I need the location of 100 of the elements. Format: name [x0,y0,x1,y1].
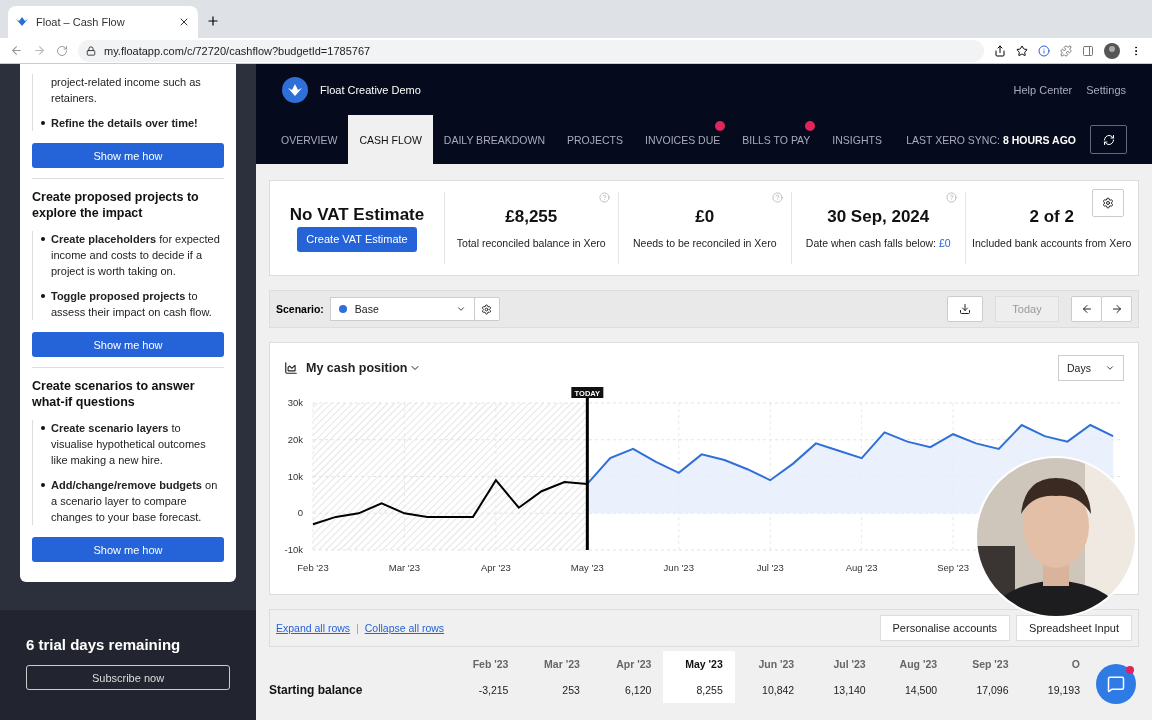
axis-label: Apr '23 [481,562,511,573]
scenario-select[interactable]: Base [329,297,475,321]
stat-value: £0 [695,207,715,227]
arrow-right-icon [1110,303,1123,315]
axis-label: 10k [287,470,303,482]
address-bar[interactable]: my.floatapp.com/c/72720/cashflow?budgetId=1785767 [78,39,984,62]
tab-title: Float – Cash Flow [36,16,126,28]
gear-icon [481,303,493,315]
caret-icon [1105,363,1115,373]
chart-title[interactable]: My cash position [306,361,408,375]
column-header: Apr '23 [615,657,653,672]
notification-dot [1126,666,1134,674]
table-cell-text: 17,096 [975,683,1010,698]
column-header: May '23 [663,651,735,677]
table-cell-text: 10,842 [761,683,796,698]
nav-tab[interactable]: INSIGHTS [821,115,893,164]
section-title: Create proposed projects to explore the impact [32,189,200,221]
close-icon[interactable] [178,16,190,28]
refresh-button[interactable] [1090,125,1127,154]
bullet-text: Add/change/remove budgets on a scenario layer to compare changes to your base forecast. [51,478,219,525]
section-title: Create scenarios to answer what-if questions [32,378,196,410]
table-cell: 8,255 [663,677,735,703]
stat-link[interactable]: £0 [938,237,951,249]
table-cell-text: 14,500 [904,683,939,698]
download-icon [959,303,971,315]
next-button[interactable] [1101,296,1132,322]
bullet-icon [41,483,45,487]
column-header: Aug '23 [898,657,939,672]
extensions-icon[interactable] [1060,44,1072,57]
nav-tab[interactable]: DAILY BREAKDOWN [432,115,556,164]
scenario-dot [338,305,347,313]
bullet-text: Toggle proposed projects to assess their impact on cash flow. [51,289,213,320]
expand-link[interactable]: Expand all rows [276,622,351,634]
period-select[interactable]: Days [1058,355,1124,381]
bullet-icon [41,121,45,125]
collapse-link[interactable]: Collapse all rows [364,622,445,634]
axis-label: Sep '23 [937,562,970,573]
gear-icon [1102,197,1114,209]
table-cell-text: 6,120 [624,683,653,698]
show-me-how-button[interactable]: Show me how [32,143,224,168]
settings-button[interactable] [1092,189,1124,217]
download-button[interactable] [947,296,983,322]
link-separator: | [356,622,359,634]
bullet-icon [41,237,45,241]
table-cell-text: 253 [561,683,581,698]
create-vat-button[interactable]: Create VAT Estimate [297,226,417,252]
column-header: Jul '23 [832,657,867,672]
axis-label: Mar '23 [388,562,421,573]
stat-label: Included bank accounts from Xero [972,237,1132,249]
axis-label: 0 [297,507,303,519]
vat-title: No VAT Estimate [289,204,425,225]
show-me-how-button[interactable]: Show me how [32,537,224,562]
subscribe-button[interactable]: Subscribe now [26,665,230,690]
toolbar-button[interactable]: Personalise accounts [879,615,1011,641]
header-link[interactable]: Help Center [1013,83,1073,96]
share-icon[interactable] [994,44,1006,57]
nav-tab[interactable]: CASH FLOW [348,115,433,164]
extension-icon[interactable] [1038,44,1050,57]
back-icon[interactable] [10,44,23,57]
toolbar-button[interactable]: Spreadsheet Input [1016,615,1132,641]
stat-value: 30 Sep, 2024 [827,207,930,227]
column-header: Sep '23 [971,657,1010,672]
nav-tab[interactable]: OVERVIEW [270,115,349,164]
scenario-label: Scenario: [276,303,324,315]
scenario-name: Base [354,303,380,315]
settings-button[interactable] [473,297,500,321]
column-header: Feb '23 [471,657,510,672]
nav-tab[interactable]: BILLS TO PAY [731,115,822,164]
stat-label: Needs to be reconciled in Xero [632,237,777,249]
browser-tab[interactable]: Float – Cash Flow [8,6,198,38]
bullet-text: Create placeholders for expected income and costs to decide if a project is worth taking on. [51,232,221,279]
star-icon[interactable] [1016,44,1028,57]
nav-tab[interactable]: INVOICES DUE [634,115,732,164]
header-link[interactable]: Settings [1086,83,1126,96]
table-cell-text: 13,140 [832,683,867,698]
axis-label: May '23 [570,562,604,573]
row-label: Starting balance [269,682,364,699]
sync-status: LAST XERO SYNC: 8 HOURS AGO [906,133,1076,146]
profile-avatar[interactable] [1104,42,1120,59]
column-header: Jun '23 [757,657,796,672]
bullet-icon [41,426,45,430]
reload-icon[interactable] [56,44,68,57]
logo-icon [16,17,28,27]
url-text: my.floatapp.com/c/72720/cashflow?budgetId=1785767 [104,44,371,57]
show-me-how-button[interactable]: Show me how [32,332,224,357]
nav-tab[interactable]: PROJECTS [555,115,634,164]
side-panel-icon[interactable] [1082,44,1094,57]
arrow-left-icon [1080,303,1093,315]
axis-label: 30k [287,397,303,408]
forward-icon[interactable] [33,44,46,57]
stat-label: Date when cash falls below: £0 [805,237,951,249]
new-tab-icon[interactable] [206,14,220,28]
axis-label: -10k [284,544,303,555]
axis-label: Aug '23 [845,562,878,573]
area-chart-icon [284,361,298,375]
column-header: Mar '23 [543,657,581,672]
chat-button[interactable] [1096,664,1136,704]
bullet-text: Refine the details over time! [51,116,198,131]
chat-icon [1107,675,1125,693]
previous-button[interactable] [1071,296,1102,322]
